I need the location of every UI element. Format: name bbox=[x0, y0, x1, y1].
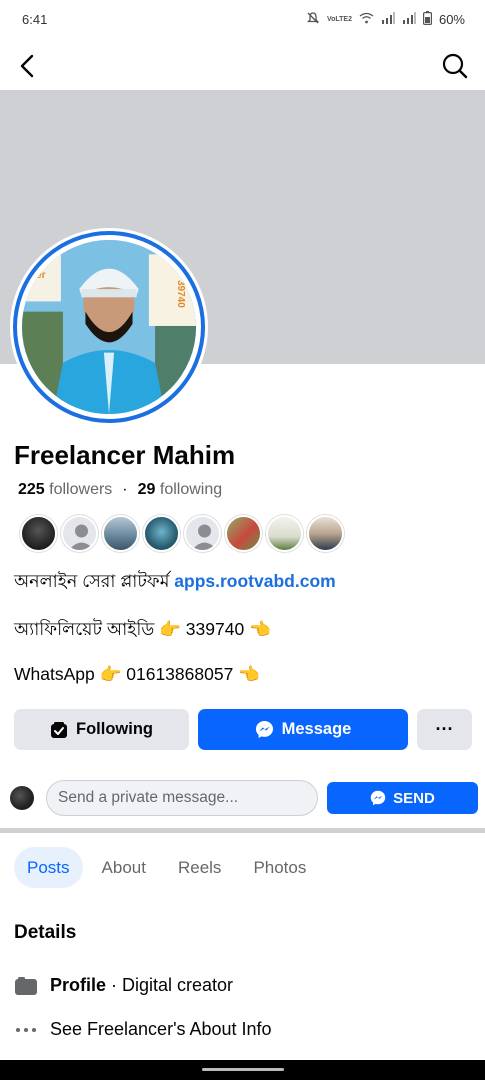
mute-icon bbox=[306, 11, 320, 28]
followers-link[interactable]: 225 followers bbox=[18, 481, 112, 499]
profile-card-icon bbox=[14, 976, 38, 995]
friend-avatar[interactable] bbox=[266, 515, 303, 552]
about-info-link: See Freelancer's About Info bbox=[50, 1019, 272, 1039]
following-count: 29 bbox=[137, 481, 156, 498]
followers-label: followers bbox=[49, 481, 113, 498]
volte-icon: VoLTE2 bbox=[326, 15, 352, 23]
friend-avatars bbox=[20, 515, 344, 552]
messenger-icon bbox=[370, 790, 386, 806]
friend-avatar[interactable] bbox=[184, 515, 221, 552]
chevron-left-icon bbox=[20, 54, 34, 78]
home-gesture-pill[interactable] bbox=[202, 1068, 284, 1071]
bio-line-1-text: অনলাইন সেরা প্লাটফর্ম bbox=[14, 571, 175, 591]
more-options-button[interactable]: ··· bbox=[417, 709, 472, 750]
profile-photo: der 39740 bbox=[22, 240, 196, 414]
status-bar: 6:41 VoLTE2 60% bbox=[0, 0, 485, 38]
details-heading: Details bbox=[14, 922, 77, 943]
tab-photos[interactable]: Photos bbox=[240, 847, 319, 888]
private-message-row: Send a private message... SEND bbox=[10, 780, 480, 816]
following-button[interactable]: Following bbox=[14, 709, 189, 750]
tab-reels[interactable]: Reels bbox=[165, 847, 234, 888]
detail-about-link[interactable]: See Freelancer's About Info bbox=[14, 1019, 272, 1040]
friend-avatar[interactable] bbox=[20, 515, 57, 552]
followers-count: 225 bbox=[18, 481, 45, 498]
status-icons: VoLTE2 60% bbox=[306, 10, 465, 28]
tab-about[interactable]: About bbox=[89, 847, 159, 888]
following-label: following bbox=[159, 481, 223, 498]
private-message-input[interactable]: Send a private message... bbox=[46, 780, 318, 816]
following-button-label: Following bbox=[76, 720, 153, 738]
search-button[interactable] bbox=[441, 52, 469, 80]
search-icon bbox=[442, 53, 468, 79]
friend-avatar[interactable] bbox=[102, 515, 139, 552]
battery-icon bbox=[422, 10, 432, 28]
detail-profile-type: Profile · Digital creator bbox=[14, 975, 233, 996]
friend-avatar[interactable] bbox=[143, 515, 180, 552]
battery-percent: 60% bbox=[438, 11, 465, 27]
profile-stats: 225 followers · 29 following bbox=[18, 481, 222, 499]
profile-name: Freelancer Mahim bbox=[14, 440, 236, 470]
profile-tabs: Posts About Reels Photos bbox=[14, 847, 319, 888]
detail-profile-value: · Digital creator bbox=[106, 975, 234, 995]
following-link[interactable]: 29 following bbox=[138, 481, 223, 499]
messenger-icon bbox=[255, 720, 273, 739]
profile-photo-graphic bbox=[22, 240, 196, 414]
top-nav bbox=[0, 44, 485, 90]
wifi-icon bbox=[359, 12, 374, 27]
photo-text-right: 39740 bbox=[175, 280, 186, 308]
message-button-label: Message bbox=[281, 720, 352, 738]
send-button-label: SEND bbox=[393, 789, 435, 807]
bio-link[interactable]: apps.rootvabd.com bbox=[174, 571, 335, 591]
profile-avatar[interactable]: der 39740 bbox=[10, 228, 208, 426]
following-check-icon bbox=[51, 721, 67, 738]
friend-avatar[interactable] bbox=[61, 515, 98, 552]
send-button[interactable]: SEND bbox=[327, 782, 478, 814]
detail-profile-label: Profile bbox=[50, 975, 107, 995]
tab-posts[interactable]: Posts bbox=[14, 847, 83, 888]
more-icon: ··· bbox=[435, 719, 454, 739]
profile-actions: Following Message ··· bbox=[14, 709, 472, 750]
section-divider bbox=[0, 828, 485, 833]
friend-avatar[interactable] bbox=[307, 515, 344, 552]
message-button[interactable]: Message bbox=[198, 709, 408, 750]
friend-avatar[interactable] bbox=[225, 515, 262, 552]
back-button[interactable] bbox=[14, 52, 42, 80]
private-message-placeholder: Send a private message... bbox=[58, 789, 239, 806]
system-nav-bar bbox=[0, 1060, 485, 1080]
signal-icon-1 bbox=[381, 11, 395, 27]
status-time: 6:41 bbox=[22, 11, 48, 27]
ellipsis-icon bbox=[14, 1027, 38, 1033]
bio-line-2: অ্যাফিলিয়েট আইডি 👉 339740 👈 bbox=[14, 619, 271, 639]
stats-separator: · bbox=[122, 481, 128, 498]
bio-line-3: WhatsApp 👉 01613868057 👈 bbox=[14, 664, 260, 684]
bio-line-1: অনলাইন সেরা প্লাটফর্ম apps.rootvabd.com bbox=[14, 569, 336, 598]
signal-icon-2 bbox=[402, 11, 416, 27]
user-avatar bbox=[10, 786, 34, 810]
photo-text-left: der bbox=[30, 270, 46, 281]
